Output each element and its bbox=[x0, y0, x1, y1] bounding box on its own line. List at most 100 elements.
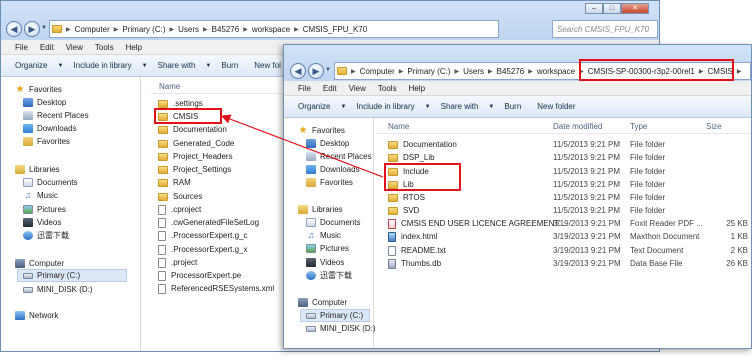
minimize-button[interactable]: – bbox=[585, 3, 603, 14]
database-file-icon bbox=[388, 258, 396, 269]
breadcrumb-segment[interactable]: Primary (C:) bbox=[404, 67, 453, 76]
nav-favorites-folder[interactable]: Favorites bbox=[306, 176, 353, 189]
breadcrumb-segment[interactable]: CMSIS_FPU_K70 bbox=[300, 25, 370, 34]
list-item[interactable]: .ProcessorExpert.g_x bbox=[158, 243, 247, 256]
history-dropdown-icon[interactable]: ▼ bbox=[41, 25, 49, 35]
list-item[interactable]: .ProcessorExpert.g_c bbox=[158, 229, 247, 242]
table-row[interactable]: Documentation 11/5/2013 9:21 PM File fol… bbox=[388, 138, 748, 151]
nav-videos[interactable]: Videos bbox=[23, 216, 61, 229]
list-item[interactable]: .cwGeneratedFileSetLog bbox=[158, 216, 259, 229]
nav-desktop[interactable]: Desktop bbox=[306, 137, 349, 150]
nav-recent-places[interactable]: Recent Places bbox=[23, 109, 89, 122]
close-button[interactable]: ✕ bbox=[621, 3, 649, 14]
folder-icon bbox=[158, 99, 168, 108]
column-header-name[interactable]: Name bbox=[388, 122, 409, 131]
nav-recent-places[interactable]: Recent Places bbox=[306, 150, 372, 163]
menu-file[interactable]: File bbox=[284, 84, 317, 93]
breadcrumb-segment[interactable]: Users bbox=[175, 25, 202, 34]
table-row[interactable]: SVD 11/5/2013 9:21 PM File folder bbox=[388, 204, 748, 217]
list-item[interactable]: .cproject bbox=[158, 203, 201, 216]
history-dropdown-icon[interactable]: ▼ bbox=[325, 67, 333, 77]
breadcrumb-segment[interactable]: B45276 bbox=[494, 67, 528, 76]
back-arrow-icon[interactable]: ◀ bbox=[6, 21, 22, 37]
nav-pictures[interactable]: Pictures bbox=[306, 242, 349, 255]
back-arrow-icon[interactable]: ◀ bbox=[290, 63, 306, 79]
table-row[interactable]: Thumbs.db 3/19/2013 9:21 PM Data Base Fi… bbox=[388, 257, 748, 270]
nav-favorites[interactable]: ★ Favorites bbox=[15, 83, 62, 96]
menu-help[interactable]: Help bbox=[120, 43, 148, 52]
new-folder-button[interactable]: New folder bbox=[529, 102, 583, 111]
breadcrumb-segment[interactable]: Computer bbox=[72, 25, 113, 34]
column-header-size[interactable]: Size bbox=[706, 122, 722, 131]
folder-icon bbox=[388, 193, 398, 202]
nav-libraries[interactable]: Libraries bbox=[15, 163, 60, 176]
list-item[interactable]: Project_Headers bbox=[158, 150, 233, 163]
nav-network[interactable]: Network bbox=[15, 309, 58, 322]
desktop-icon bbox=[23, 98, 33, 107]
address-bar[interactable]: ▶ Computer ▶ Primary (C:) ▶ Users ▶ B45276 ▶… bbox=[49, 20, 499, 38]
nav-videos[interactable]: Videos bbox=[306, 256, 344, 269]
share-with-button[interactable]: Share with bbox=[433, 102, 487, 111]
include-in-library-button[interactable]: Include in library bbox=[348, 102, 422, 111]
column-header-type[interactable]: Type bbox=[630, 122, 647, 131]
menu-edit[interactable]: Edit bbox=[34, 43, 60, 52]
breadcrumb-segment[interactable]: Primary (C:) bbox=[119, 25, 168, 34]
nav-primary-drive[interactable]: Primary (C:) bbox=[300, 309, 370, 322]
nav-desktop[interactable]: Desktop bbox=[23, 96, 66, 109]
table-row[interactable]: CMSIS END USER LICENCE AGREEMENT.... 3/1… bbox=[388, 217, 748, 230]
breadcrumb-segment[interactable]: workspace bbox=[249, 25, 293, 34]
nav-mini-disk[interactable]: MINI_DISK (D:) bbox=[23, 283, 93, 296]
list-item[interactable]: RAM bbox=[158, 176, 191, 189]
organize-button[interactable]: Organize bbox=[1, 61, 55, 70]
share-with-button[interactable]: Share with bbox=[150, 61, 204, 70]
nav-downloads[interactable]: Downloads bbox=[23, 122, 77, 135]
menu-tools[interactable]: Tools bbox=[89, 43, 120, 52]
menu-tools[interactable]: Tools bbox=[372, 84, 403, 93]
nav-thunder-downloads[interactable]: 迅雷下载 bbox=[306, 269, 352, 282]
nav-documents[interactable]: Documents bbox=[306, 216, 360, 229]
include-in-library-button[interactable]: Include in library bbox=[65, 61, 139, 70]
folder-icon bbox=[337, 67, 347, 75]
nav-favorites[interactable]: ★ Favorites bbox=[298, 124, 345, 137]
list-item[interactable]: ReferencedRSESystems.xml bbox=[158, 282, 274, 295]
maximize-button[interactable]: □ bbox=[603, 3, 621, 14]
list-item[interactable]: .project bbox=[158, 256, 197, 269]
menu-file[interactable]: File bbox=[1, 43, 34, 52]
menu-edit[interactable]: Edit bbox=[317, 84, 343, 93]
list-item[interactable]: Project_Settings bbox=[158, 163, 231, 176]
forward-arrow-icon[interactable]: ▶ bbox=[24, 21, 40, 37]
menu-help[interactable]: Help bbox=[403, 84, 431, 93]
menu-view[interactable]: View bbox=[343, 84, 372, 93]
nav-pictures[interactable]: Pictures bbox=[23, 203, 66, 216]
table-row[interactable]: RTOS 11/5/2013 9:21 PM File folder bbox=[388, 191, 748, 204]
column-header-date[interactable]: Date modified bbox=[553, 122, 602, 131]
nav-documents[interactable]: Documents bbox=[23, 176, 77, 189]
nav-mini-disk[interactable]: MINI_DISK (D:) bbox=[306, 322, 376, 335]
breadcrumb-segment[interactable]: B45276 bbox=[209, 25, 243, 34]
organize-button[interactable]: Organize bbox=[284, 102, 338, 111]
nav-primary-drive[interactable]: Primary (C:) bbox=[17, 269, 127, 282]
list-item[interactable]: Documentation bbox=[158, 123, 227, 136]
menu-view[interactable]: View bbox=[60, 43, 89, 52]
burn-button[interactable]: Burn bbox=[496, 102, 529, 111]
nav-computer[interactable]: Computer bbox=[298, 296, 347, 309]
burn-button[interactable]: Burn bbox=[213, 61, 246, 70]
nav-music[interactable]: ♫ Music bbox=[23, 189, 58, 202]
table-row[interactable]: index.html 3/19/2013 9:21 PM Maxthon Doc… bbox=[388, 230, 748, 243]
nav-libraries[interactable]: Libraries bbox=[298, 203, 343, 216]
nav-thunder-downloads[interactable]: 迅雷下载 bbox=[23, 229, 69, 242]
table-row[interactable]: README.txt 3/19/2013 9:21 PM Text Docume… bbox=[388, 244, 748, 257]
breadcrumb-segment[interactable]: Users bbox=[460, 67, 487, 76]
breadcrumb-segment[interactable]: Computer bbox=[357, 67, 398, 76]
nav-favorites-folder[interactable]: Favorites bbox=[23, 135, 70, 148]
nav-music[interactable]: ♫ Music bbox=[306, 229, 341, 242]
nav-downloads[interactable]: Downloads bbox=[306, 163, 360, 176]
list-item[interactable]: ProcessorExpert.pe bbox=[158, 269, 241, 282]
breadcrumb-segment[interactable]: workspace bbox=[534, 67, 578, 76]
list-item[interactable]: Sources bbox=[158, 190, 202, 203]
column-header-name[interactable]: Name bbox=[151, 79, 291, 94]
search-input[interactable]: Search CMSIS_FPU_K70 bbox=[552, 20, 658, 38]
explorer-window-front: ◀ ▶ ▼ ▶ Computer ▶ Primary (C:) ▶ Users ▶ B… bbox=[283, 44, 752, 349]
forward-arrow-icon[interactable]: ▶ bbox=[308, 63, 324, 79]
list-item[interactable]: Generated_Code bbox=[158, 137, 234, 150]
